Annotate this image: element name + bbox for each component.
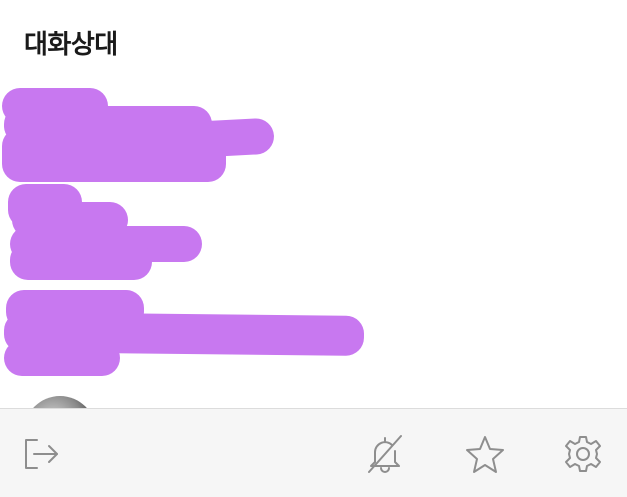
contact-item[interactable]: [0, 80, 627, 408]
settings-button[interactable]: [562, 433, 604, 475]
contact-list[interactable]: [0, 80, 627, 408]
logout-icon: [25, 439, 58, 469]
gear-icon: [565, 436, 601, 472]
favorites-button[interactable]: [464, 433, 506, 475]
app-window: 대화상대: [0, 0, 627, 497]
header: 대화상대: [24, 24, 118, 60]
notifications-off-button[interactable]: [364, 433, 406, 475]
page-title: 대화상대: [24, 29, 118, 60]
star-icon: [466, 436, 504, 473]
logout-button[interactable]: [20, 433, 62, 475]
avatar: [24, 396, 96, 408]
bell-off-icon: [368, 435, 402, 473]
bottom-toolbar: [0, 408, 627, 497]
